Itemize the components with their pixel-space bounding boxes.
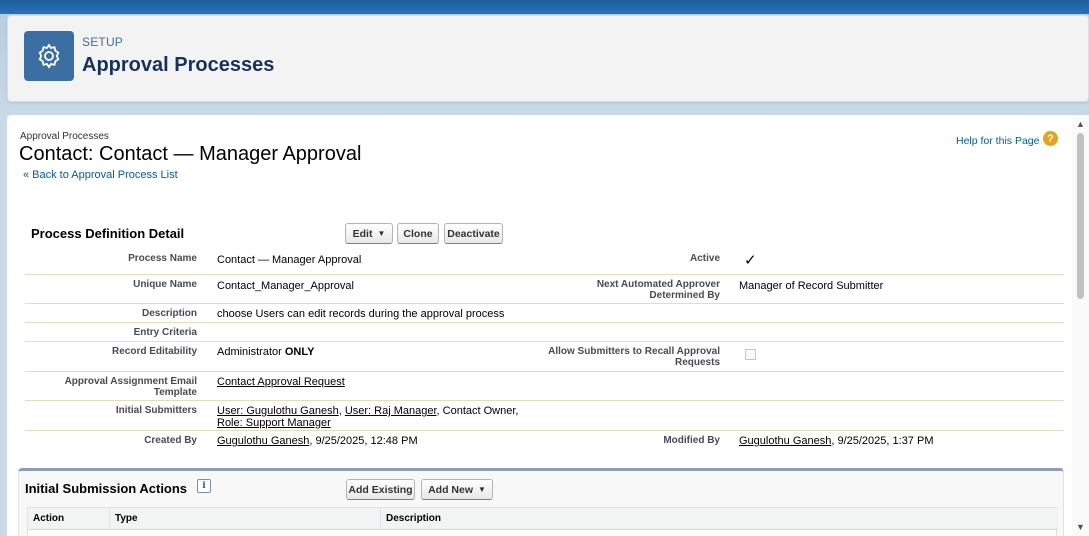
modified-by-value: Gugulothu Ganesh, 9/25/2025, 1:37 PM [739,435,934,447]
edit-button-label: Edit [352,227,373,240]
next-approver-value: Manager of Record Submitter [739,280,884,292]
add-existing-button[interactable]: Add Existing [346,479,415,500]
modified-by-user-link[interactable]: Gugulothu Ganesh [739,435,831,447]
scroll-down-arrow-icon[interactable]: ▼ [1076,522,1085,532]
initial-submitters-value: User: Gugulothu Ganesh, User: Raj Manage… [217,405,519,429]
submitter-user-link[interactable]: User: Gugulothu Ganesh [217,405,339,417]
edit-button[interactable]: Edit ▼ [345,223,393,244]
back-link-label: Back to Approval Process List [32,169,178,181]
active-checkmark-icon: ✓ [744,252,757,269]
initial-submission-title: Initial Submission Actions [25,481,188,496]
allow-recall-checkbox [745,349,756,360]
submitter-role-link[interactable]: Role: Support Manager [217,417,331,429]
description-value: choose Users can edit records during the… [217,308,505,320]
submitter-text: Contact Owner, [442,405,519,417]
gear-icon [24,31,74,81]
detail-row: Created By Gugulothu Ganesh, 9/25/2025, … [25,431,1064,455]
unique-name-label: Unique Name [133,279,197,290]
page-title: Approval Processes [82,54,275,76]
detail-row: Unique Name Contact_Manager_Approval Nex… [25,275,1064,304]
back-arrow-icon: « [23,169,30,181]
created-by-date: , 9/25/2025, 12:48 PM [309,435,418,447]
created-by-label: Created By [144,435,197,446]
description-label: Description [141,308,197,319]
info-icon[interactable]: i [197,479,211,493]
email-template-link[interactable]: Contact Approval Request [217,376,345,388]
chevron-down-icon: ▼ [377,229,386,238]
column-header-action: Action [28,508,110,530]
column-header-type: Type [110,508,381,530]
deactivate-button[interactable]: Deactivate [444,223,503,244]
record-title: Contact: Contact — Manager Approval [19,143,362,165]
process-name-value: Contact — Manager Approval [217,254,362,266]
chevron-down-icon: ▼ [478,485,486,494]
created-by-user-link[interactable]: Gugulothu Ganesh [217,435,309,447]
entry-criteria-label: Entry Criteria [133,327,197,338]
add-new-button-label: Add New [428,483,473,496]
allow-recall-label: Allow Submitters to Recall Approval Requ… [548,346,720,368]
process-name-label: Process Name [128,253,197,264]
help-icon[interactable]: ? [1043,131,1058,146]
detail-section-title: Process Definition Detail [31,226,185,241]
add-new-button[interactable]: Add New ▼ [421,479,493,500]
back-to-list-link[interactable]: «Back to Approval Process List [23,169,178,181]
record-editability-emphasis: ONLY [284,346,315,358]
email-template-value: Contact Approval Request [217,376,345,388]
detail-row: Process Name Contact — Manager Approval … [25,249,1064,275]
main-content: ▲ ▼ Approval Processes Contact: Contact … [7,115,1089,536]
modified-by-label: Modified By [663,435,720,446]
submitter-user-link[interactable]: User: Raj Manager [345,405,437,417]
detail-row: Initial Submitters User: Gugulothu Ganes… [25,401,1064,431]
detail-row: Record Editability Administrator ONLY Al… [25,342,1064,372]
setup-header: SETUP Approval Processes [7,15,1089,102]
record-editability-value: Administrator ONLY [217,346,314,358]
scrollbar[interactable]: ▲ ▼ [1072,115,1089,536]
table-header: Action Type Description [28,508,1058,530]
clone-button[interactable]: Clone [397,223,439,244]
initial-submission-table: Action Type Description [27,507,1058,536]
scrollbar-thumb[interactable] [1077,133,1084,299]
active-label: Active [689,253,720,264]
column-header-description: Description [386,513,442,524]
detail-row: Entry Criteria [25,323,1064,342]
object-type-label: Approval Processes [20,131,109,142]
record-editability-label: Record Editability [111,346,197,357]
unique-name-value: Contact_Manager_Approval [217,280,354,292]
help-link[interactable]: Help for this Page [956,135,1039,147]
initial-submitters-label: Initial Submitters [115,405,197,416]
initial-submission-section: Initial Submission Actions i Add Existin… [18,468,1064,536]
scroll-up-arrow-icon[interactable]: ▲ [1076,119,1085,129]
detail-row: Description choose Users can edit record… [25,304,1064,323]
record-editability-text: Administrator [217,346,285,358]
modified-by-date: , 9/25/2025, 1:37 PM [831,435,934,447]
next-approver-label: Next Automated Approver Determined By [596,279,720,301]
setup-label: SETUP [82,35,124,49]
email-template-label: Approval Assignment Email Template [64,376,197,398]
detail-row: Approval Assignment Email Template Conta… [25,372,1064,401]
created-by-value: Gugulothu Ganesh, 9/25/2025, 12:48 PM [217,435,418,447]
